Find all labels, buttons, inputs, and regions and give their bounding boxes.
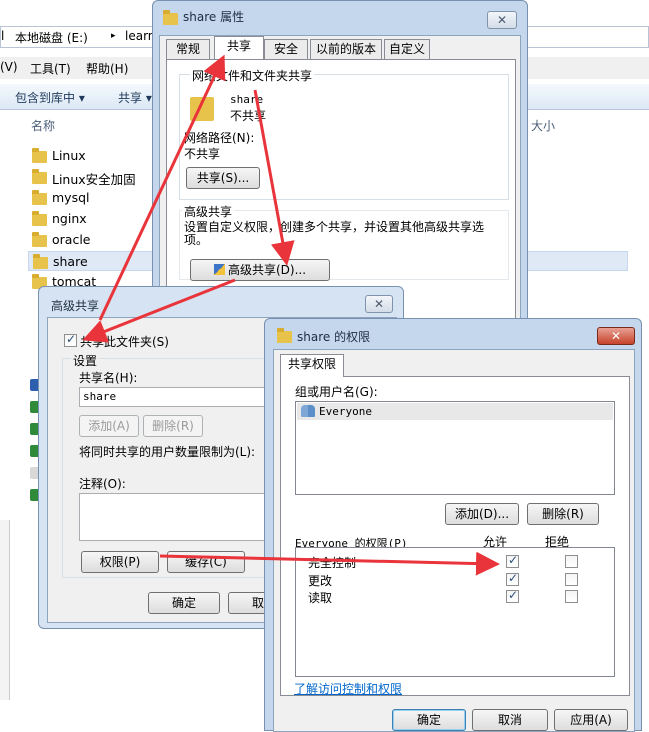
access-control-help-link[interactable]: 了解访问控制和权限 <box>294 680 402 697</box>
permission-name: 完全控制 <box>308 556 357 570</box>
comment-label: 注释(O): <box>79 477 126 491</box>
permission-row-full-control: 完全控制 <box>298 552 498 570</box>
dialog-title: share 的权限 <box>297 330 371 344</box>
ok-button[interactable]: 确定 <box>392 709 466 731</box>
permission-list: 完全控制 更改 读取 <box>295 547 615 677</box>
list-item-everyone[interactable]: Everyone <box>297 403 613 420</box>
network-sharing-group: 网络文件和文件夹共享 share 不共享 网络路径(N): 不共享 共享(S).… <box>179 67 509 200</box>
network-path-value: 不共享 <box>184 147 221 161</box>
tab-customize[interactable]: 自定义 <box>384 39 430 59</box>
shared-folder-icon <box>190 97 214 121</box>
cancel-button[interactable]: 取消 <box>472 709 548 731</box>
folder-name: share <box>230 93 264 106</box>
close-button[interactable]: ✕ <box>365 295 393 313</box>
file-name: oracle <box>52 232 91 247</box>
include-library-button[interactable]: 包含到库中 ▾ <box>15 89 85 106</box>
dialog-title: 高级共享 <box>51 299 100 313</box>
dialog-body: 共享权限 组或用户名(G): Everyone 添加(D)... 删除(R) E… <box>273 349 635 732</box>
permission-name: 更改 <box>308 574 333 588</box>
advanced-sharing-button[interactable]: 高级共享(D)... <box>190 259 330 281</box>
apply-button[interactable]: 应用(A) <box>554 709 628 731</box>
tab-panel: 组或用户名(G): Everyone 添加(D)... 删除(R) Everyo… <box>280 376 630 696</box>
permissions-dialog: share 的权限 ✕ 共享权限 组或用户名(G): Everyone 添加(D… <box>264 318 642 732</box>
deny-full-control-checkbox[interactable] <box>565 555 578 568</box>
group-user-label: 组或用户名(G): <box>295 385 378 399</box>
file-name: share <box>53 254 88 269</box>
network-path-label: 网络路径(N): <box>184 131 255 145</box>
folder-icon <box>32 169 47 184</box>
folder-icon <box>32 211 47 226</box>
advanced-sharing-description: 设置自定义权限，创建多个共享，并设置其他高级共享选项。 <box>184 220 485 247</box>
network-sharing-label: 网络文件和文件夹共享 <box>190 67 315 84</box>
share-button[interactable]: 共享(S)... <box>186 167 260 189</box>
folder-share-status: 不共享 <box>230 109 267 123</box>
user-name: Everyone <box>319 405 372 418</box>
breadcrumb-separator: ▸ <box>111 31 116 41</box>
share-name-label: 共享名(H): <box>79 371 138 385</box>
file-name: Linux <box>52 148 86 163</box>
deny-read-checkbox[interactable] <box>565 590 578 603</box>
dialog-title: share 属性 <box>183 10 245 24</box>
file-name: nginx <box>52 211 87 226</box>
tab-share-permissions[interactable]: 共享权限 <box>280 354 344 377</box>
close-button[interactable]: ✕ <box>487 11 517 29</box>
permissions-button[interactable]: 权限(P) <box>81 551 159 573</box>
tab-security[interactable]: 安全 <box>264 39 308 59</box>
allow-read-checkbox[interactable] <box>506 588 519 603</box>
file-name: mysql <box>52 190 90 205</box>
allow-full-control-checkbox[interactable] <box>506 553 519 568</box>
share-folder-label: 共享此文件夹(S) <box>80 335 169 349</box>
menu-view[interactable]: (V) <box>0 60 18 74</box>
close-button[interactable]: ✕ <box>597 327 635 345</box>
menu-tools[interactable]: 工具(T) <box>30 60 71 77</box>
remove-user-button[interactable]: 删除(R) <box>527 503 599 525</box>
allow-change-checkbox[interactable] <box>506 571 519 586</box>
close-icon: ✕ <box>496 13 508 27</box>
remove-share-button[interactable]: 删除(R) <box>143 415 203 437</box>
add-user-button[interactable]: 添加(D)... <box>445 503 519 525</box>
user-listbox[interactable]: Everyone <box>295 401 615 495</box>
advanced-sharing-group: 高级共享 设置自定义权限，创建多个共享，并设置其他高级共享选项。 高级共享(D)… <box>179 203 509 281</box>
share-properties-dialog: share 属性 ✕ 常规 共享 安全 以前的版本 自定义 网络文件和文件夹共享… <box>152 0 528 331</box>
caching-button[interactable]: 缓存(C) <box>167 551 245 573</box>
breadcrumb-folder[interactable]: learn <box>125 29 155 43</box>
uac-shield-icon <box>213 264 225 275</box>
breadcrumb-drive[interactable]: 本地磁盘 (E:) <box>15 29 88 46</box>
advanced-sharing-label: 高级共享 <box>182 203 235 220</box>
column-header-name[interactable]: 名称 <box>31 117 55 134</box>
permission-name: 读取 <box>308 591 333 605</box>
menu-help[interactable]: 帮助(H) <box>86 60 128 77</box>
file-name: Linux安全加固 <box>52 172 136 187</box>
column-header-size[interactable]: 大小 <box>531 117 555 134</box>
address-prefix: l <box>1 29 5 43</box>
folder-icon <box>163 10 178 25</box>
close-icon: ✕ <box>610 329 622 343</box>
advanced-sharing-button-label: 高级共享(D)... <box>227 263 307 277</box>
folder-icon <box>32 190 47 205</box>
add-share-button[interactable]: 添加(A) <box>79 415 139 437</box>
settings-label: 设置 <box>71 352 100 369</box>
tab-previous-versions[interactable]: 以前的版本 <box>310 39 382 59</box>
share-with-button[interactable]: 共享 ▾ <box>118 89 152 106</box>
tab-general[interactable]: 常规 <box>166 39 210 59</box>
folder-icon <box>33 254 48 269</box>
tab-sharing[interactable]: 共享 <box>214 36 264 59</box>
deny-change-checkbox[interactable] <box>565 573 578 586</box>
scrollbar[interactable] <box>0 520 10 700</box>
folder-icon <box>277 328 292 343</box>
users-group-icon <box>301 405 315 417</box>
close-icon: ✕ <box>373 297 385 311</box>
user-limit-label: 将同时共享的用户数量限制为(L): <box>79 445 256 459</box>
ok-button[interactable]: 确定 <box>148 592 220 614</box>
folder-icon <box>32 148 47 163</box>
folder-icon <box>32 232 47 247</box>
share-folder-checkbox[interactable] <box>64 332 77 347</box>
